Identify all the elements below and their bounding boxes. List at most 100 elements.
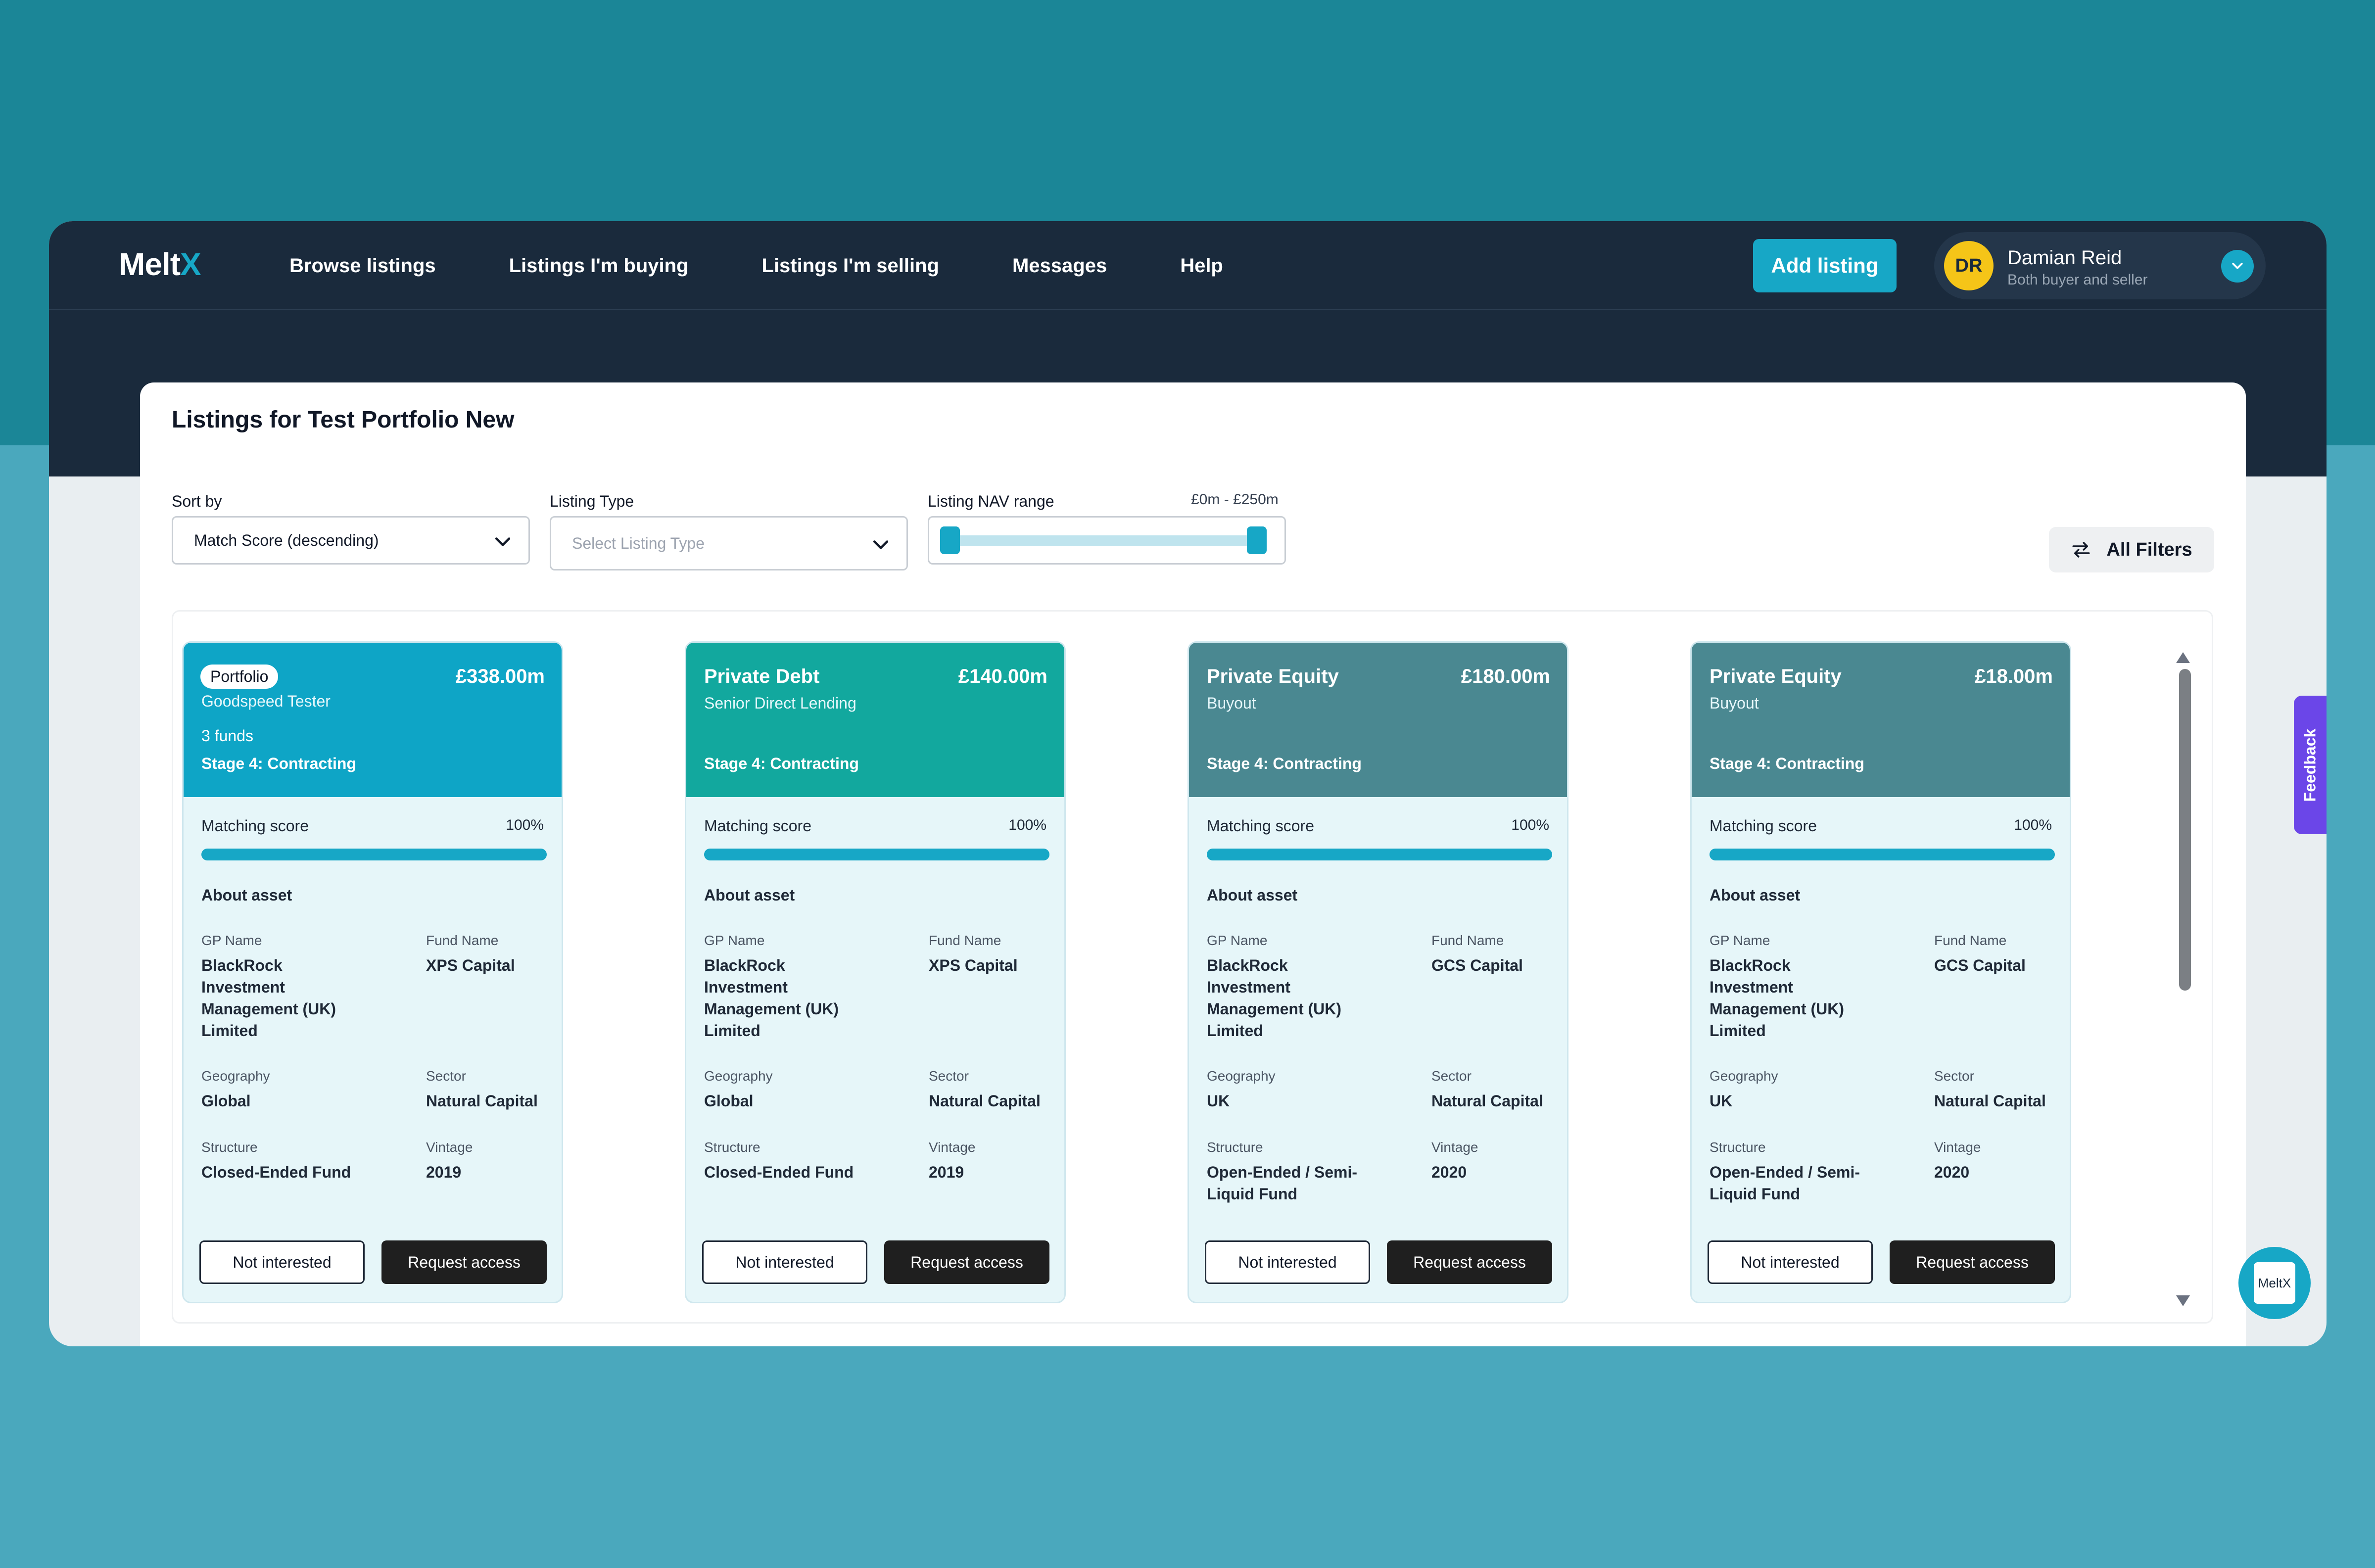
- structure-value: Closed-Ended Fund: [704, 1163, 854, 1181]
- listing-type-placeholder: Select Listing Type: [572, 534, 705, 552]
- geography-label: Geography: [1710, 1068, 1778, 1084]
- feedback-label: Feedback: [2301, 728, 2319, 802]
- sector-value: Natural Capital: [1934, 1092, 2046, 1110]
- matching-score-value: 100%: [2014, 817, 2052, 833]
- logo-main: Melt: [119, 246, 181, 282]
- triangle-down-icon[interactable]: [2175, 1294, 2191, 1307]
- card-value: £338.00m: [455, 665, 545, 687]
- sector-value: Natural Capital: [929, 1092, 1041, 1110]
- chat-launcher-button[interactable]: MeltX: [2238, 1247, 2311, 1319]
- listing-card-1[interactable]: Portfolio Goodspeed Tester 3 funds £338.…: [182, 641, 563, 1303]
- nav-range-slider[interactable]: [928, 516, 1286, 565]
- listing-cards-area: Portfolio Goodspeed Tester 3 funds £338.…: [172, 610, 2213, 1324]
- card-subtitle: Buyout: [1207, 694, 1256, 712]
- slider-handle-max[interactable]: [1247, 526, 1267, 554]
- nav-listings-buying[interactable]: Listings I'm buying: [509, 255, 689, 277]
- matching-score-bar: [1710, 849, 2055, 860]
- slider-handle-min[interactable]: [940, 526, 960, 554]
- triangle-up-icon[interactable]: [2175, 651, 2191, 664]
- listing-card-2[interactable]: Private Debt Senior Direct Lending £140.…: [685, 641, 1066, 1303]
- geography-value: UK: [1207, 1092, 1230, 1110]
- fund-name-label: Fund Name: [1431, 933, 1504, 948]
- card-subtitle: Buyout: [1710, 694, 1759, 712]
- vintage-value: 2019: [426, 1163, 462, 1181]
- all-filters-button[interactable]: All Filters: [2049, 527, 2214, 572]
- matching-score-fill: [201, 849, 547, 860]
- matching-score-bar: [704, 849, 1049, 860]
- vintage-label: Vintage: [426, 1140, 473, 1155]
- avatar: DR: [1944, 241, 1994, 290]
- sort-value: Match Score (descending): [194, 531, 379, 549]
- request-access-button[interactable]: Request access: [1387, 1240, 1552, 1284]
- gp-name-label: GP Name: [1207, 933, 1268, 948]
- card-stage: Stage 4: Contracting: [1207, 755, 1362, 772]
- matching-score-value: 100%: [506, 817, 544, 833]
- listing-type-select[interactable]: Select Listing Type: [550, 516, 908, 570]
- gp-name-label: GP Name: [1710, 933, 1770, 948]
- nav-browse-listings[interactable]: Browse listings: [289, 255, 436, 277]
- geography-value: Global: [704, 1092, 754, 1110]
- matching-score-label: Matching score: [704, 817, 811, 835]
- card-stage: Stage 4: Contracting: [1710, 755, 1864, 772]
- card-header: Portfolio Goodspeed Tester 3 funds £338.…: [184, 643, 562, 797]
- sector-value: Natural Capital: [426, 1092, 538, 1110]
- card-subtitle: Senior Direct Lending: [704, 694, 856, 712]
- nav-range-label: Listing NAV range: [928, 492, 1054, 510]
- about-asset-heading: About asset: [704, 886, 795, 904]
- user-menu[interactable]: DR Damian Reid Both buyer and seller: [1934, 232, 2266, 299]
- vintage-value: 2019: [929, 1163, 964, 1181]
- geography-label: Geography: [1207, 1068, 1276, 1084]
- not-interested-button[interactable]: Not interested: [1708, 1240, 1873, 1284]
- request-access-button[interactable]: Request access: [884, 1240, 1049, 1284]
- vintage-value: 2020: [1934, 1163, 1970, 1181]
- add-listing-button[interactable]: Add listing: [1753, 239, 1897, 292]
- structure-label: Structure: [1207, 1140, 1263, 1155]
- scrollbar-thumb[interactable]: [2179, 669, 2191, 991]
- listing-card-4[interactable]: Private Equity Buyout £18.00m Stage 4: C…: [1690, 641, 2071, 1303]
- nav-help[interactable]: Help: [1180, 255, 1223, 277]
- feedback-tab[interactable]: Feedback: [2294, 696, 2327, 834]
- sort-label: Sort by: [172, 492, 222, 510]
- matching-score-fill: [1207, 849, 1552, 860]
- card-asset-type: Private Equity: [1710, 665, 1842, 687]
- nav-listings-selling[interactable]: Listings I'm selling: [761, 255, 939, 277]
- nav-range-value: £0m - £250m: [1191, 491, 1279, 508]
- not-interested-button[interactable]: Not interested: [199, 1240, 365, 1284]
- gp-name-label: GP Name: [704, 933, 765, 948]
- not-interested-button[interactable]: Not interested: [1205, 1240, 1370, 1284]
- gp-name-value: BlackRock Investment Management (UK) Lim…: [704, 956, 839, 1040]
- about-asset-heading: About asset: [1710, 886, 1801, 904]
- fund-name-value: XPS Capital: [929, 956, 1018, 974]
- card-stage: Stage 4: Contracting: [704, 755, 859, 772]
- chevron-down-icon: [495, 537, 511, 546]
- matching-score-bar: [201, 849, 547, 860]
- gp-name-value: BlackRock Investment Management (UK) Lim…: [1710, 956, 1845, 1040]
- card-asset-type: Private Debt: [704, 665, 820, 687]
- user-role: Both buyer and seller: [2007, 272, 2148, 288]
- listing-card-3[interactable]: Private Equity Buyout £180.00m Stage 4: …: [1188, 641, 1568, 1303]
- chevron-down-icon[interactable]: [2221, 250, 2254, 283]
- structure-label: Structure: [1710, 1140, 1766, 1155]
- card-badge: Portfolio: [200, 665, 279, 689]
- sort-select[interactable]: Match Score (descending): [172, 516, 530, 565]
- fund-name-value: GCS Capital: [1934, 956, 2026, 974]
- sector-label: Sector: [929, 1068, 969, 1084]
- page-title: Listings for Test Portfolio New: [172, 407, 515, 433]
- request-access-button[interactable]: Request access: [381, 1240, 547, 1284]
- card-subtitle: Goodspeed Tester: [201, 692, 331, 710]
- structure-label: Structure: [201, 1140, 258, 1155]
- app-window: MeltX Browse listings Listings I'm buyin…: [49, 221, 2327, 1346]
- request-access-button[interactable]: Request access: [1890, 1240, 2055, 1284]
- listing-type-label: Listing Type: [550, 492, 634, 510]
- nav-messages[interactable]: Messages: [1012, 255, 1107, 277]
- not-interested-button[interactable]: Not interested: [702, 1240, 867, 1284]
- logo[interactable]: MeltX: [119, 246, 201, 283]
- matching-score-fill: [1710, 849, 2055, 860]
- structure-value: Closed-Ended Fund: [201, 1163, 351, 1181]
- logo-accent: X: [180, 246, 201, 282]
- matching-score-value: 100%: [1511, 817, 1549, 833]
- matching-score-label: Matching score: [1207, 817, 1314, 835]
- card-header: Private Debt Senior Direct Lending £140.…: [686, 643, 1064, 797]
- matching-score-value: 100%: [1008, 817, 1046, 833]
- structure-label: Structure: [704, 1140, 760, 1155]
